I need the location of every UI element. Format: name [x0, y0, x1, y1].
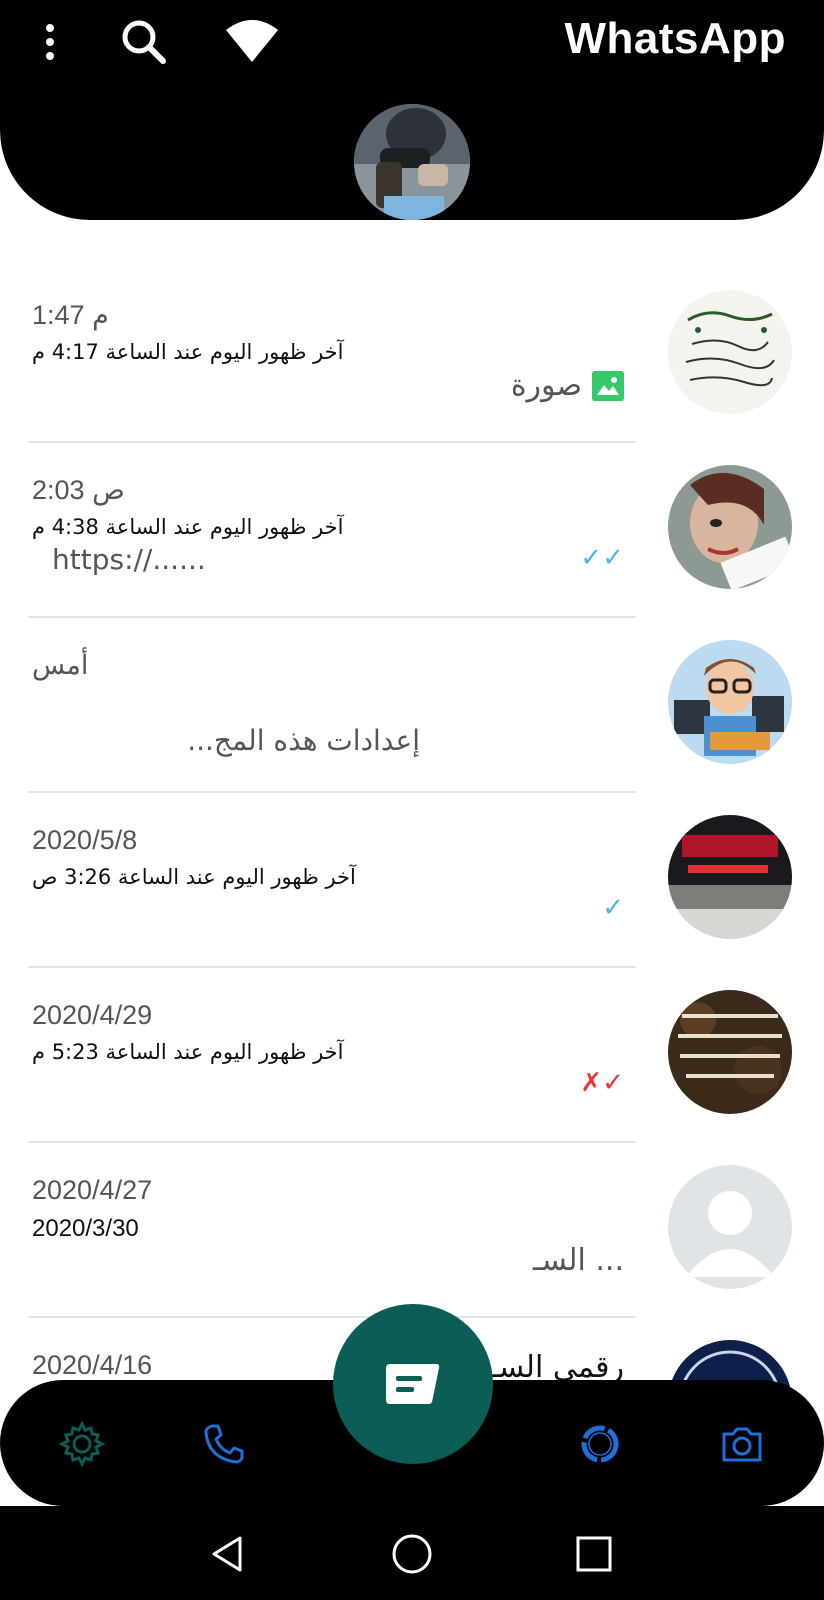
chat-row[interactable]: 2:03 ص آخر ظهور اليوم عند الساعة 4:38 م …	[0, 443, 824, 618]
last-seen: آخر ظهور اليوم عند الساعة 4:17 م	[32, 340, 344, 364]
preview-text: ... السـ	[532, 1243, 624, 1278]
contact-avatar[interactable]	[668, 465, 792, 589]
home-icon[interactable]	[386, 1528, 438, 1580]
settings-icon[interactable]	[56, 1418, 108, 1470]
message-preview: صورة	[511, 368, 624, 403]
camera-icon[interactable]	[716, 1418, 768, 1470]
chat-time: 2:03 ص	[32, 475, 125, 505]
chat-time: 2020/4/16	[32, 1350, 153, 1380]
preview-text: إعدادات هذه المج...	[187, 724, 420, 757]
back-icon[interactable]	[202, 1528, 254, 1580]
message-icon	[386, 1364, 440, 1404]
last-seen: آخر ظهور اليوم عند الساعة 5:23 م	[32, 1040, 344, 1064]
chat-time: 2020/4/29	[32, 1000, 153, 1030]
status-ticks: ✓✓	[580, 543, 624, 573]
new-chat-button[interactable]	[333, 1304, 493, 1464]
last-seen: آخر ظهور اليوم عند الساعة 4:38 م	[32, 515, 344, 539]
preview-text: https://......	[52, 543, 206, 576]
chat-time: 2020/5/8	[32, 825, 138, 855]
chat-row[interactable]: 2020/4/29 آخر ظهور اليوم عند الساعة 5:23…	[0, 968, 824, 1143]
status-icon[interactable]	[574, 1418, 626, 1470]
last-seen: 2020/3/30	[32, 1215, 139, 1242]
more-vert-icon[interactable]	[36, 18, 64, 66]
photo-icon	[592, 370, 624, 401]
contact-avatar[interactable]	[668, 815, 792, 939]
chat-row[interactable]: 2020/5/8 آخر ظهور اليوم عند الساعة 3:26 …	[0, 793, 824, 968]
contact-avatar[interactable]	[668, 290, 792, 414]
read-ticks-icon: ✓✓	[580, 543, 624, 573]
status-ticks: ✓✗	[580, 1068, 624, 1098]
chat-time: أمس	[32, 650, 89, 680]
app-title: WhatsApp	[564, 14, 786, 63]
chat-row[interactable]: 1:47 م آخر ظهور اليوم عند الساعة 4:17 م …	[0, 268, 824, 443]
read-ticks-icon: ✓	[602, 893, 624, 923]
status-ticks: ✓	[602, 893, 624, 923]
phone-icon[interactable]	[198, 1418, 250, 1470]
last-seen: آخر ظهور اليوم عند الساعة 3:26 ص	[32, 865, 356, 889]
chat-time: 2020/4/27	[32, 1175, 153, 1205]
chat-row[interactable]: 2020/4/27 2020/3/30 ... السـ	[0, 1143, 824, 1318]
chat-row[interactable]: أمس إعدادات هذه المج...	[0, 618, 824, 793]
app-header: WhatsApp	[0, 0, 824, 220]
preview-text: صورة	[510, 368, 582, 403]
recents-icon[interactable]	[568, 1528, 620, 1580]
chat-time: 1:47 م	[32, 300, 109, 330]
failed-ticks-icon: ✓✗	[580, 1068, 624, 1098]
system-nav-bar	[0, 1506, 824, 1600]
contact-avatar[interactable]	[668, 990, 792, 1114]
default-avatar[interactable]	[668, 1165, 792, 1289]
contact-avatar[interactable]	[668, 640, 792, 764]
profile-avatar[interactable]	[354, 104, 470, 220]
search-icon[interactable]	[118, 16, 170, 68]
wifi-icon[interactable]	[222, 16, 282, 68]
